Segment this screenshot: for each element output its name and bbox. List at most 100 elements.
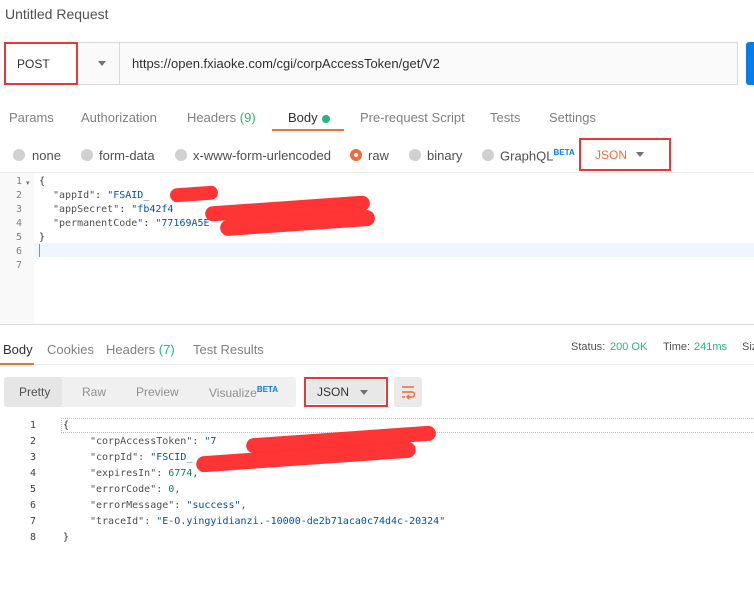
wrap-lines-icon <box>402 386 416 400</box>
radio-urlencoded-label: x-www-form-urlencoded <box>193 148 331 163</box>
json-key: "appSecret" <box>53 204 120 215</box>
code-line: "corpId": "FSCID_ <box>90 452 193 463</box>
response-headers-label: Headers <box>106 342 156 357</box>
time-label: Time: <box>663 341 691 353</box>
tab-body[interactable]: Body <box>288 110 330 125</box>
line-number: 8 <box>29 532 36 543</box>
chevron-down-icon <box>98 61 106 66</box>
annotation-box-response-json <box>304 377 388 407</box>
tab-params[interactable]: Params <box>9 110 54 125</box>
json-value: "FSAID_ <box>107 190 150 201</box>
code-line: } <box>39 232 46 243</box>
raw-button[interactable]: Raw <box>82 385 106 399</box>
json-key: "errorCode" <box>90 484 157 495</box>
tab-tests[interactable]: Tests <box>490 110 520 125</box>
line-number: 2 <box>15 190 22 201</box>
body-indicator-dot <box>321 114 330 123</box>
code-line: "corpAccessToken": "7 <box>90 436 217 447</box>
response-tab-body[interactable]: Body <box>3 342 33 357</box>
code-line: { <box>39 176 46 187</box>
line-number: 3 <box>15 204 22 215</box>
visualize-button[interactable]: VisualizeBETA <box>209 385 278 400</box>
fold-arrow-icon[interactable]: ▾ <box>26 179 30 187</box>
code-line: "appId": "FSAID_ <box>53 190 150 201</box>
json-key: "errorMessage" <box>90 500 175 511</box>
tab-headers-count: (9) <box>239 110 256 125</box>
line-number: 7 <box>29 516 36 527</box>
code-line: { <box>63 420 70 431</box>
json-value: "success" <box>186 500 241 511</box>
active-tab-underline <box>272 129 344 131</box>
radio-graphql-label: GraphQLBETA <box>500 148 575 163</box>
line-number: 7 <box>15 260 22 271</box>
editor-cursor <box>39 244 40 257</box>
radio-form-data-label: form-data <box>99 148 155 163</box>
request-title[interactable]: Untitled Request <box>5 6 109 22</box>
json-value: "7 <box>204 436 217 447</box>
json-key: "appId" <box>53 190 96 201</box>
radio-binary-label: binary <box>427 148 463 163</box>
code-line: "traceId": "E-O.yingyidianzi.-10000-de2b… <box>90 516 446 527</box>
code-line: "appSecret": "fb42f4 <box>53 204 174 215</box>
visualize-beta-badge: BETA <box>256 385 278 394</box>
size-label: Siz <box>742 341 754 353</box>
tab-body-label: Body <box>288 110 318 125</box>
response-tab-headers[interactable]: Headers (7) <box>106 342 175 357</box>
tab-headers[interactable]: Headers (9) <box>187 110 256 125</box>
json-value: "fb42f4 <box>131 204 174 215</box>
response-tab-cookies[interactable]: Cookies <box>47 342 94 357</box>
radio-raw[interactable] <box>350 149 362 161</box>
tab-headers-label: Headers <box>187 110 237 125</box>
radio-raw-label: raw <box>368 148 389 163</box>
response-tab-test-results[interactable]: Test Results <box>193 342 264 357</box>
status-value[interactable]: 200 OK <box>610 341 647 353</box>
graphql-label-text: GraphQL <box>500 148 554 164</box>
code-line: "errorCode": 0, <box>90 484 181 495</box>
preview-button[interactable]: Preview <box>136 385 179 399</box>
annotation-box-json <box>579 138 671 171</box>
line-number: 6 <box>15 246 22 257</box>
time-value[interactable]: 241ms <box>694 341 727 353</box>
line-number: 4 <box>29 468 36 479</box>
tab-settings[interactable]: Settings <box>549 110 596 125</box>
status-label: Status: <box>571 341 606 353</box>
json-key: "expiresIn" <box>90 468 157 479</box>
line-number: 5 <box>15 232 22 243</box>
pretty-label: Pretty <box>19 385 51 399</box>
response-headers-count: (7) <box>158 342 175 357</box>
graphql-beta-badge: BETA <box>553 148 575 157</box>
wrap-lines-button[interactable] <box>394 377 422 407</box>
radio-form-data[interactable] <box>81 149 93 161</box>
radio-none[interactable] <box>13 149 25 161</box>
json-value: 6774 <box>168 468 193 479</box>
visualize-label: Visualize <box>209 386 257 400</box>
code-line: } <box>63 532 70 543</box>
radio-binary[interactable] <box>409 149 421 161</box>
code-line: "expiresIn": 6774, <box>90 468 199 479</box>
code-line: "errorMessage": "success", <box>90 500 247 511</box>
send-button[interactable] <box>746 42 754 85</box>
url-value: https://open.fxiaoke.com/cgi/corpAccessT… <box>132 56 440 71</box>
tab-authorization[interactable]: Authorization <box>81 110 157 125</box>
line-number: 4 <box>15 218 22 229</box>
radio-graphql[interactable] <box>482 149 494 161</box>
radio-none-label: none <box>32 148 61 163</box>
json-key: "corpAccessToken" <box>90 436 193 447</box>
code-line: "permanentCode": "77169A5E <box>53 218 210 229</box>
json-value: "FSCID_ <box>150 452 193 463</box>
line-number: 3 <box>29 452 36 463</box>
json-key: "corpId" <box>90 452 139 463</box>
line-number: 2 <box>29 436 36 447</box>
line-number: 6 <box>29 500 36 511</box>
radio-urlencoded[interactable] <box>175 149 187 161</box>
json-key: "permanentCode" <box>53 218 144 229</box>
line-number: 1 <box>29 420 36 431</box>
json-value: "E-O.yingyidianzi.-10000-de2b71aca0c74d4… <box>156 516 446 527</box>
response-tabs-divider <box>0 364 754 365</box>
line-number: 5 <box>29 484 36 495</box>
response-active-tab-underline <box>0 363 34 365</box>
json-value: 0 <box>168 484 175 495</box>
json-value: "77169A5E <box>155 218 210 229</box>
line-number: 1 <box>15 176 22 187</box>
tab-pre-request-script[interactable]: Pre-request Script <box>360 110 465 125</box>
